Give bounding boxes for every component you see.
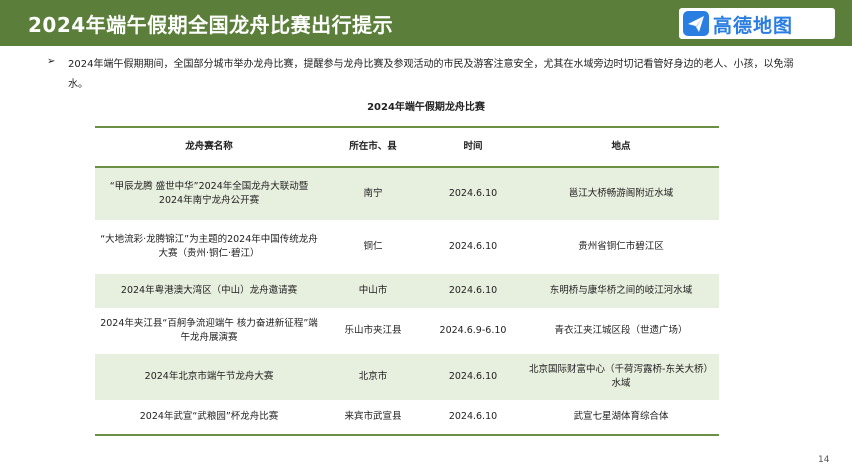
- race-place: 邕江大桥畅游阁附近水域: [568, 188, 674, 199]
- race-time: 2024.6.9-6.10: [439, 325, 507, 336]
- race-city: 来宾市武宣县: [344, 411, 402, 422]
- race-place: 贵州省铜仁市碧江区: [578, 241, 664, 252]
- race-time: 2024.6.10: [448, 188, 498, 199]
- table-row: “大地流彩·龙腾锦江”为主题的2024年中国传统龙舟大赛（贵州·铜仁·碧江） 铜…: [95, 220, 719, 274]
- race-city: 乐山市夹江县: [344, 325, 402, 336]
- amap-logo: 高德地图: [679, 8, 835, 39]
- table-row: 2024年武宣“武粮园”杯龙舟比赛 来宾市武宣县 2024.6.10 武宣七星湖…: [95, 400, 719, 434]
- race-name: 2024年北京市端午节龙舟大赛: [144, 371, 274, 382]
- header-cell-name: 龙舟赛名称: [185, 141, 233, 152]
- race-time: 2024.6.10: [448, 371, 498, 382]
- race-city: 铜仁: [363, 241, 383, 252]
- race-name: 2024年夹江县“百舸争流迎端午 核力奋进新征程”端午龙舟展演赛: [100, 318, 318, 343]
- header-bar: 2024年端午假期全国龙舟比赛出行提示 高德地图: [0, 0, 852, 46]
- table-header-row: 龙舟赛名称 所在市、县 时间 地点: [95, 128, 719, 166]
- race-city: 北京市: [358, 371, 388, 382]
- table-row: 2024年北京市端午节龙舟大赛 北京市 2024.6.10 北京国际财富中心（千…: [95, 354, 719, 400]
- page-number: 14: [818, 455, 830, 465]
- paper-plane-icon: [683, 11, 709, 36]
- bullet-arrow-icon: ➢: [47, 56, 56, 67]
- race-time: 2024.6.10: [448, 411, 498, 422]
- race-place: 武宣七星湖体育综合体: [573, 411, 669, 422]
- race-time: 2024.6.10: [448, 241, 498, 252]
- logo-text: 高德地图: [713, 15, 794, 37]
- race-place: 青衣江夹江城区段（世遗广场）: [554, 325, 688, 336]
- table-row: 2024年夹江县“百舸争流迎端午 核力奋进新征程”端午龙舟展演赛 乐山市夹江县 …: [95, 308, 719, 354]
- race-city: 中山市: [358, 285, 388, 296]
- race-time: 2024.6.10: [448, 285, 498, 296]
- intro-paragraph: 2024年端午假期期间，全国部分城市举办龙舟比赛，提醒参与龙舟比赛及参观活动的市…: [68, 59, 794, 90]
- race-place: 北京国际财富中心（千荷泻露桥-东关大桥）水域: [529, 364, 713, 389]
- race-name: 2024年武宣“武粮园”杯龙舟比赛: [139, 411, 279, 422]
- table-title: 2024年端午假期龙舟比赛: [367, 102, 485, 113]
- table-row: “甲辰龙腾 盛世中华”2024年全国龙舟大联动暨2024年南宁龙舟公开赛 南宁 …: [95, 168, 719, 220]
- race-name: 2024年粤港澳大湾区（中山）龙舟邀请赛: [120, 285, 298, 296]
- page-title: 2024年端午假期全国龙舟比赛出行提示: [28, 13, 394, 37]
- race-city: 南宁: [363, 188, 383, 199]
- table-row: 2024年粤港澳大湾区（中山）龙舟邀请赛 中山市 2024.6.10 东明桥与康…: [95, 274, 719, 308]
- table-bottom-rule: [95, 434, 719, 436]
- race-name: “甲辰龙腾 盛世中华”2024年全国龙舟大联动暨2024年南宁龙舟公开赛: [109, 181, 309, 206]
- race-place: 东明桥与康华桥之间的岐江河水域: [549, 285, 693, 296]
- header-cell-time: 时间: [463, 141, 483, 152]
- header-cell-place: 地点: [611, 141, 631, 152]
- race-name: “大地流彩·龙腾锦江”为主题的2024年中国传统龙舟大赛（贵州·铜仁·碧江）: [100, 234, 318, 259]
- header-cell-city: 所在市、县: [349, 141, 397, 152]
